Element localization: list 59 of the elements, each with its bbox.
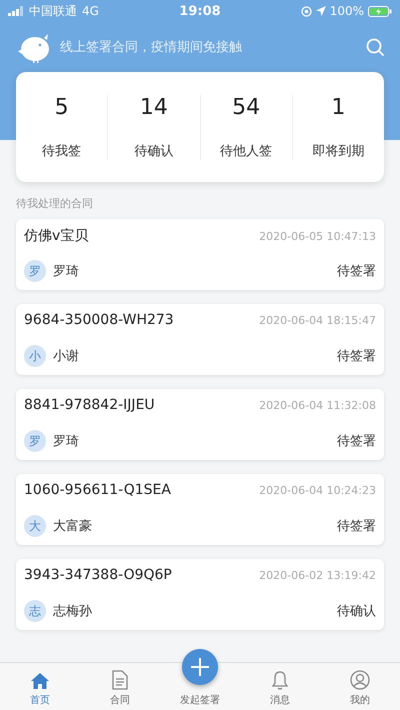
tab-item[interactable]: 首页 <box>0 663 80 710</box>
contract-status: 待签署 <box>337 433 376 450</box>
document-icon <box>112 670 128 690</box>
contract-time: 2020-06-02 13:19:42 <box>259 568 376 582</box>
contract-card[interactable]: 9684-350008-WH273 2020-06-04 18:15:47 小 小谢 待签署 <box>16 304 384 375</box>
contract-title: 8841-978842-IJJEU <box>24 397 155 413</box>
contract-card[interactable]: 3943-347388-O9Q6P 2020-06-02 13:19:42 志 志梅孙 待确认 <box>16 559 384 630</box>
stat-count[interactable]: 14 <box>140 94 168 120</box>
slogan-text: 线上签署合同，疫情期间免接触 <box>60 39 243 56</box>
stat-count[interactable]: 54 <box>232 94 260 120</box>
contract-status: 待签署 <box>337 518 376 535</box>
contract-card[interactable]: 8841-978842-IJJEU 2020-06-04 11:32:08 罗 罗琦 待签署 <box>16 389 384 460</box>
contract-time: 2020-06-05 10:47:13 <box>259 230 376 242</box>
bell-icon <box>271 670 289 690</box>
contract-status: 待确认 <box>337 603 376 620</box>
location-arrow-icon <box>316 6 326 16</box>
signal-icon <box>8 6 24 16</box>
battery-icon <box>368 6 392 16</box>
battery-percentage: 100% <box>330 4 364 18</box>
contract-card[interactable]: 仿佛v宝贝 2020-06-05 10:47:13 罗 罗琦 待签署 <box>16 219 384 290</box>
stat-label[interactable]: 即将到期 <box>312 142 364 160</box>
rotation-lock-icon <box>300 6 312 16</box>
section-title: 待我处理的合同 <box>15 196 94 212</box>
person-name: 罗琦 <box>53 263 79 280</box>
avatar: 罗 <box>24 260 46 282</box>
contract-card[interactable]: 1060-956611-Q1SEA 2020-06-04 10:24:23 大 大富豪 待签署 <box>16 474 384 545</box>
person-name: 小谢 <box>53 348 79 365</box>
avatar: 志 <box>24 600 46 622</box>
tab-item[interactable]: 我的 <box>320 663 400 710</box>
stat-label[interactable]: 待确认 <box>134 142 174 160</box>
stat-count[interactable]: 5 <box>54 94 69 120</box>
stat-label[interactable]: 待他人签 <box>220 142 272 160</box>
clock-time: 19:08 <box>178 4 222 18</box>
contract-time: 2020-06-04 11:32:08 <box>259 398 376 412</box>
contract-title: 3943-347388-O9Q6P <box>24 567 172 583</box>
stat-label[interactable]: 待我签 <box>42 142 82 160</box>
person-name: 罗琦 <box>53 433 79 450</box>
contract-time: 2020-06-04 18:15:47 <box>259 314 376 326</box>
stat-count[interactable]: 1 <box>331 94 346 120</box>
user-icon <box>350 670 370 690</box>
contract-status: 待签署 <box>337 263 376 280</box>
search-icon[interactable] <box>366 38 384 56</box>
avatar: 罗 <box>24 430 46 452</box>
contract-title: 9684-350008-WH273 <box>24 312 174 328</box>
tab-item[interactable]: 发起签署 <box>160 663 240 710</box>
avatar: 小 <box>24 345 46 367</box>
network-type: 4G <box>82 4 99 18</box>
home-icon <box>30 672 50 690</box>
tab-item[interactable]: 消息 <box>240 663 320 710</box>
person-name: 志梅孙 <box>53 603 92 620</box>
avatar: 大 <box>24 515 46 537</box>
carrier-name: 中国联通 <box>29 2 77 20</box>
contract-title: 1060-956611-Q1SEA <box>24 482 171 498</box>
contract-time: 2020-06-04 10:24:23 <box>259 484 376 496</box>
tab-item[interactable]: 合同 <box>80 663 160 710</box>
add-button[interactable] <box>182 649 218 685</box>
contract-title: 仿佛v宝贝 <box>24 227 88 245</box>
contract-status: 待签署 <box>337 348 376 365</box>
person-name: 大富豪 <box>53 518 92 535</box>
